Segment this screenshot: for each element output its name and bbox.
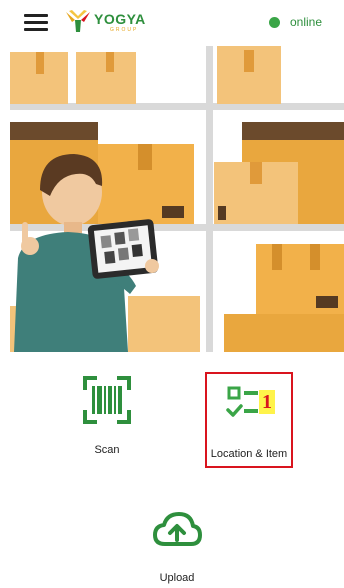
status-text: online — [289, 15, 322, 29]
status-dot-icon — [268, 16, 280, 28]
upload-button[interactable]: Upload — [130, 510, 224, 588]
logo-text: YOGYA — [94, 11, 146, 27]
hamburger-menu-icon[interactable] — [24, 14, 48, 32]
top-bar: YOGYA GROUP online — [0, 0, 344, 46]
logo-subtext: GROUP — [110, 27, 139, 33]
scan-button[interactable]: Scan — [66, 372, 148, 464]
cloud-upload-icon — [153, 512, 202, 546]
upload-label: Upload — [159, 572, 195, 584]
barcode-scan-icon — [83, 376, 131, 424]
location-item-label: Location & Item — [210, 448, 288, 460]
connection-status: online — [268, 14, 322, 30]
yogya-logo: YOGYA GROUP — [64, 10, 154, 36]
warehouse-illustration — [10, 46, 344, 352]
yogya-logo-mark — [66, 10, 90, 32]
location-item-button[interactable]: 1 Location & Item — [205, 372, 293, 468]
scan-label: Scan — [94, 444, 120, 456]
warehouse-illustration-image — [10, 46, 344, 352]
annotation-marker: 1 — [259, 390, 275, 414]
